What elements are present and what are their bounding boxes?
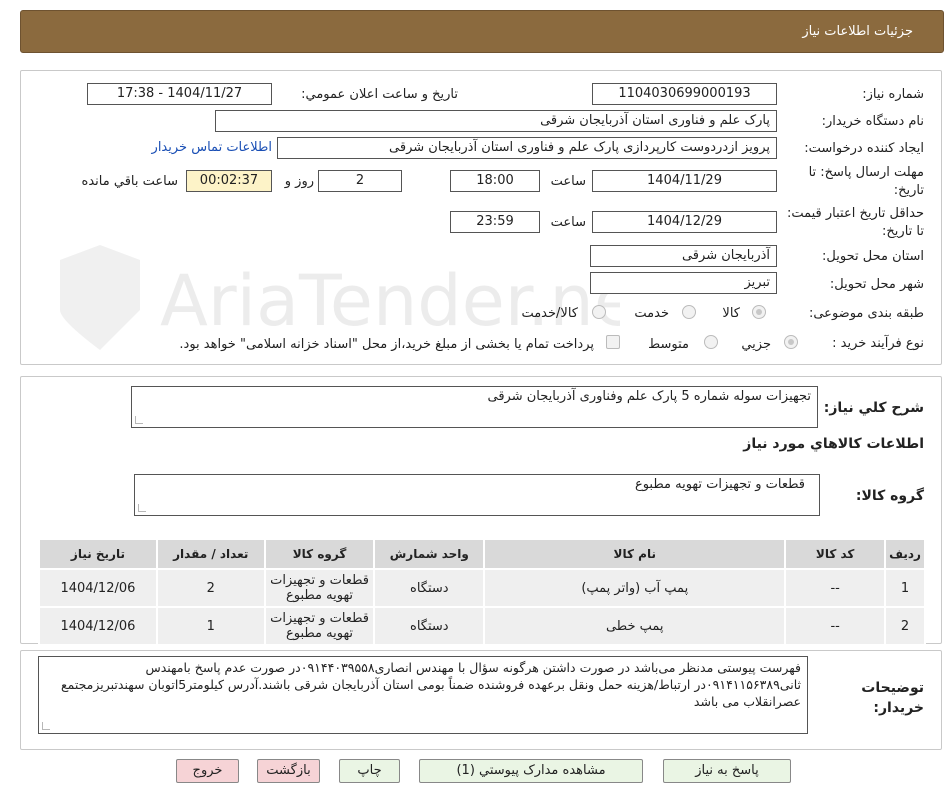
buyer-org-label: نام دستگاه خریدار: <box>821 114 924 129</box>
col-name-header: نام کالا <box>483 538 787 570</box>
treasury-payment-note: پرداخت تمام یا بخشی از مبلغ خرید،از محل … <box>179 337 594 352</box>
page-title: جزئیات اطلاعات نیاز <box>802 24 913 39</box>
remaining-time-label: ساعت باقي مانده <box>81 174 178 189</box>
category-label: طبقه بندی موضوعی: <box>808 306 924 321</box>
item-unit: دستگاه <box>373 568 486 608</box>
announce-datetime-field: 1404/11/27 - 17:38 <box>87 83 272 105</box>
item-group: قطعات و تجهیزات تهویه مطبوع <box>263 606 376 646</box>
row-number: 2 <box>884 606 926 646</box>
creator-label: ایجاد کننده درخواست: <box>804 141 924 156</box>
table-row: 2 -- پمپ خطی دستگاه قطعات و تجهیزات تهوی… <box>38 606 926 646</box>
description-field: تجهیزات سوله شماره 5 پارک علم وفناوری آذ… <box>131 386 818 428</box>
category-goods-service-radio[interactable] <box>592 305 606 319</box>
days-remaining-field: 2 <box>318 170 402 192</box>
process-type-label: نوع فرآیند خرید : <box>832 336 924 351</box>
col-unit-header: واحد شمارش <box>373 538 486 570</box>
item-name: پمپ آب (واتر پمپ) <box>483 568 787 608</box>
item-unit: دستگاه <box>373 606 486 646</box>
province-field: آذربایجان شرقی <box>590 245 777 267</box>
category-goods-label: کالا <box>722 306 740 321</box>
view-attachments-button[interactable]: مشاهده مدارک پیوستي (1) <box>419 759 643 783</box>
exit-button[interactable]: خروج <box>176 759 239 783</box>
buyer-org-field: پارک علم و فناوری استان آذربایجان شرقی <box>215 110 777 132</box>
resize-handle-icon[interactable] <box>138 504 146 512</box>
col-group-header: گروه کالا <box>263 538 376 570</box>
validity-label: حداقل تاریخ اعتبار قیمت: تا تاریخ: <box>786 206 924 239</box>
creator-field: پرویز ازدردوست کارپردازی پارک علم و فناو… <box>277 137 777 159</box>
resize-handle-icon[interactable] <box>135 416 143 424</box>
process-small-label: جزیي <box>741 337 771 352</box>
item-qty: 1 <box>155 606 266 646</box>
treasury-payment-checkbox[interactable] <box>606 335 620 349</box>
reply-button[interactable]: پاسخ به نياز <box>663 759 791 783</box>
category-goods-radio[interactable] <box>752 305 766 319</box>
page-header: جزئیات اطلاعات نیاز <box>20 10 944 53</box>
validity-time-label: ساعت <box>550 215 586 230</box>
city-field: تبریز <box>590 272 777 294</box>
row-number: 1 <box>884 568 926 608</box>
item-code: -- <box>784 568 887 608</box>
send-time-label: ساعت <box>550 174 586 189</box>
col-code-header: کد کالا <box>784 538 887 570</box>
goods-group-field: قطعات و تجهیزات تهویه مطبوع <box>134 474 820 516</box>
goods-section-title: اطلاعات کالاهاي مورد نياز <box>743 436 924 452</box>
buyer-notes-label: توضیحات خریدار: <box>861 680 924 716</box>
days-label: روز و <box>284 174 314 189</box>
col-qty-header: تعداد / مقدار <box>155 538 266 570</box>
category-service-radio[interactable] <box>682 305 696 319</box>
table-row: 1 -- پمپ آب (واتر پمپ) دستگاه قطعات و تج… <box>38 568 926 608</box>
resize-handle-icon[interactable] <box>42 722 50 730</box>
process-medium-label: متوسط <box>648 337 689 352</box>
col-row-header: رديف <box>884 538 926 570</box>
send-date-field: 1404/11/29 <box>592 170 777 192</box>
remaining-time-field: 00:02:37 <box>186 170 272 192</box>
send-deadline-label: مهلت ارسال پاسخ: تا تاریخ: <box>808 165 924 198</box>
category-goods-service-label: کالا/خدمت <box>521 306 578 321</box>
item-date: 1404/12/06 <box>38 568 158 608</box>
item-date: 1404/12/06 <box>38 606 158 646</box>
category-service-label: خدمت <box>634 306 669 321</box>
need-number-label: شماره نیاز: <box>862 87 924 102</box>
buyer-notes-field: فهرست پیوستی مدنظر می‌باشد در صورت داشتن… <box>38 656 808 734</box>
buyer-contact-link[interactable]: اطلاعات تماس خریدار <box>152 140 272 155</box>
goods-group-label: گروه کالا: <box>855 488 924 504</box>
send-time-field: 18:00 <box>450 170 540 192</box>
back-button[interactable]: بازگشت <box>257 759 320 783</box>
need-number-field: 1104030699000193 <box>592 83 777 105</box>
item-qty: 2 <box>155 568 266 608</box>
table-header-row: رديف کد کالا نام کالا واحد شمارش گروه کا… <box>38 538 926 570</box>
city-label: شهر محل تحویل: <box>829 277 924 292</box>
item-code: -- <box>784 606 887 646</box>
print-button[interactable]: چاپ <box>339 759 400 783</box>
process-medium-radio[interactable] <box>704 335 718 349</box>
validity-date-field: 1404/12/29 <box>592 211 777 233</box>
validity-time-field: 23:59 <box>450 211 540 233</box>
item-name: پمپ خطی <box>483 606 787 646</box>
description-label: شرح کلي نياز: <box>823 400 924 416</box>
goods-table: رديف کد کالا نام کالا واحد شمارش گروه کا… <box>38 538 926 646</box>
province-label: استان محل تحویل: <box>822 249 924 264</box>
process-small-radio[interactable] <box>784 335 798 349</box>
col-date-header: تاریخ نیاز <box>38 538 158 570</box>
announce-label: تاریخ و ساعت اعلان عمومي: <box>301 87 458 102</box>
item-group: قطعات و تجهیزات تهویه مطبوع <box>263 568 376 608</box>
